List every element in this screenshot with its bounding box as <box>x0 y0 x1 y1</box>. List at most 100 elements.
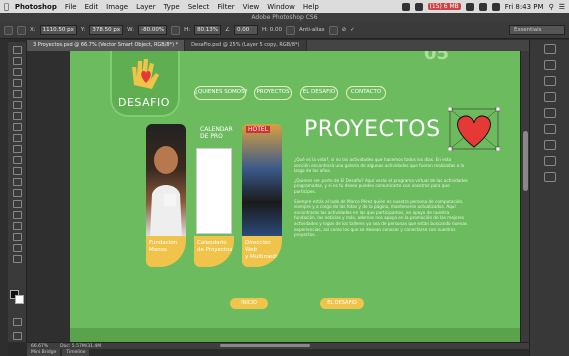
paths-panel-icon[interactable] <box>543 140 556 150</box>
evernote-icon[interactable] <box>414 2 423 11</box>
man-photo-icon <box>150 146 182 236</box>
brush-tool-icon[interactable] <box>12 123 22 131</box>
history-panel-icon[interactable] <box>543 44 556 54</box>
calendar-overlay-text: CALENDAR DE PRO <box>200 126 233 140</box>
panels-dock <box>529 40 569 356</box>
volume-icon[interactable] <box>478 2 487 11</box>
quick-mask-icon[interactable] <box>12 318 22 326</box>
menu-view[interactable]: View <box>243 3 260 11</box>
properties-panel-icon[interactable] <box>543 60 556 70</box>
apple-icon[interactable]:  <box>4 2 9 11</box>
crop-tool-icon[interactable] <box>12 90 22 98</box>
move-tool-icon[interactable] <box>12 46 22 54</box>
menu-help[interactable]: Help <box>303 3 319 11</box>
el-desafio-button[interactable]: EL DESAFIO <box>320 298 364 309</box>
document-canvas[interactable]: 05 DESAFIO ¿QUIENES SOMOS? PROYECTOS EL … <box>27 51 520 342</box>
nav-quienes-somos[interactable]: ¿QUIENES SOMOS? <box>194 86 248 100</box>
scroll-thumb[interactable] <box>523 131 528 191</box>
nav-contacto[interactable]: CONTACTO <box>346 86 386 100</box>
eraser-tool-icon[interactable] <box>12 156 22 164</box>
inicio-button[interactable]: INICIO <box>230 298 268 309</box>
w-field[interactable]: -80.00% <box>138 25 168 35</box>
nav-proyectos[interactable]: PROYECTOS <box>254 86 292 100</box>
menu-select[interactable]: Select <box>188 3 210 11</box>
y-field[interactable]: 378.50 px <box>89 25 124 35</box>
link-icon[interactable] <box>171 25 181 35</box>
x-field[interactable]: 1110.50 px <box>39 25 77 35</box>
interpolation-label: H: 0.00 <box>261 27 282 33</box>
horizontal-scroll-thumb[interactable] <box>220 344 310 347</box>
eyedropper-tool-icon[interactable] <box>12 101 22 109</box>
heart-smart-object-icon[interactable] <box>448 107 500 151</box>
screen-mode-icon[interactable] <box>12 332 22 340</box>
healing-tool-icon[interactable] <box>12 112 22 120</box>
pen-tool-icon[interactable] <box>12 200 22 208</box>
project-card-direccion-web[interactable]: HOTEL Dirección Web y Multimedia <box>242 124 282 267</box>
notification-icon[interactable]: ☰ <box>559 3 565 11</box>
commit-transform-icon[interactable]: ✓ <box>350 27 355 33</box>
hand-tool-icon[interactable] <box>12 244 22 252</box>
nav-el-desafio[interactable]: EL DESAFIO <box>300 86 338 100</box>
search-icon[interactable]: ⚲ <box>549 3 554 11</box>
menu-window[interactable]: Window <box>267 3 295 11</box>
website-mockup: 05 DESAFIO ¿QUIENES SOMOS? PROYECTOS EL … <box>70 51 520 342</box>
memory-badge[interactable]: (15) 6 MB <box>427 3 461 10</box>
footer-strip <box>70 328 520 342</box>
character-panel-icon[interactable] <box>543 76 556 86</box>
desafio-logo: DESAFIO <box>110 51 180 117</box>
project-card-calendario[interactable]: CALENDAR DE PRO Calendario de Proyectos <box>194 124 234 267</box>
card-label: Dirección Web y Multimedia <box>245 240 281 260</box>
angle-field[interactable]: 0.00 <box>233 25 258 35</box>
path-select-tool-icon[interactable] <box>12 222 22 230</box>
paragraph-panel-icon[interactable] <box>543 92 556 102</box>
gradient-tool-icon[interactable] <box>12 167 22 175</box>
h-field[interactable]: 80.13% <box>194 25 222 35</box>
zoom-tool-icon[interactable] <box>12 255 22 263</box>
battery-icon[interactable] <box>491 2 500 11</box>
clone-stamp-tool-icon[interactable] <box>12 134 22 142</box>
antialias-checkbox[interactable] <box>285 25 295 35</box>
tab-desafio[interactable]: DesaFio.psd @ 25% (Layer 5 copy, RGB/8*) <box>185 40 307 51</box>
menu-edit[interactable]: Edit <box>85 3 99 11</box>
vertical-scrollbar[interactable] <box>520 51 529 342</box>
h-label: H: <box>184 27 191 33</box>
lasso-tool-icon[interactable] <box>12 68 22 76</box>
menu-type[interactable]: Type <box>164 3 180 11</box>
blur-tool-icon[interactable] <box>12 178 22 186</box>
dropbox-icon[interactable] <box>401 2 410 11</box>
menu-filter[interactable]: Filter <box>217 3 234 11</box>
background-color-swatch[interactable] <box>15 295 24 304</box>
history-brush-tool-icon[interactable] <box>12 145 22 153</box>
wifi-icon[interactable] <box>465 2 474 11</box>
menu-file[interactable]: File <box>65 3 77 11</box>
menu-image[interactable]: Image <box>106 3 128 11</box>
tools-panel <box>8 42 27 342</box>
channels-panel-icon[interactable] <box>543 124 556 134</box>
quick-select-tool-icon[interactable] <box>12 79 22 87</box>
workspace-select[interactable]: Essentials <box>509 25 565 35</box>
tab-timeline[interactable]: Timeline <box>62 349 90 356</box>
layers-panel-icon[interactable] <box>543 108 556 118</box>
dodge-tool-icon[interactable] <box>12 189 22 197</box>
calendar-grid <box>196 148 232 234</box>
tab-mini-bridge[interactable]: Mini Bridge <box>27 349 61 356</box>
swatches-panel-icon[interactable] <box>543 156 556 166</box>
marquee-tool-icon[interactable] <box>12 57 22 65</box>
menu-layer[interactable]: Layer <box>136 3 156 11</box>
adjustments-panel-icon[interactable] <box>543 172 556 182</box>
clock[interactable]: Fri 8:43 PM <box>505 3 544 11</box>
warp-icon[interactable] <box>328 25 338 35</box>
type-tool-icon[interactable] <box>12 211 22 219</box>
shape-tool-icon[interactable] <box>12 233 22 241</box>
document-tabs: 3 Proyectos.psd @ 66.7% (Vector Smart Ob… <box>27 40 529 51</box>
web-preview: HOTEL <box>242 124 282 236</box>
left-edge <box>0 39 8 356</box>
reference-point-icon[interactable] <box>17 25 26 35</box>
transform-tool-icon[interactable] <box>4 25 13 35</box>
hotel-overlay-text: HOTEL <box>246 126 271 133</box>
project-card-fundacion[interactable]: Fundación Manos <box>146 124 186 267</box>
cancel-transform-icon[interactable]: ⊘ <box>342 27 347 33</box>
tab-proyectos[interactable]: 3 Proyectos.psd @ 66.7% (Vector Smart Ob… <box>27 40 186 51</box>
menubar-status-area: (15) 6 MB Fri 8:43 PM ⚲ ☰ <box>401 2 565 11</box>
app-name-menu[interactable]: Photoshop <box>15 3 57 11</box>
